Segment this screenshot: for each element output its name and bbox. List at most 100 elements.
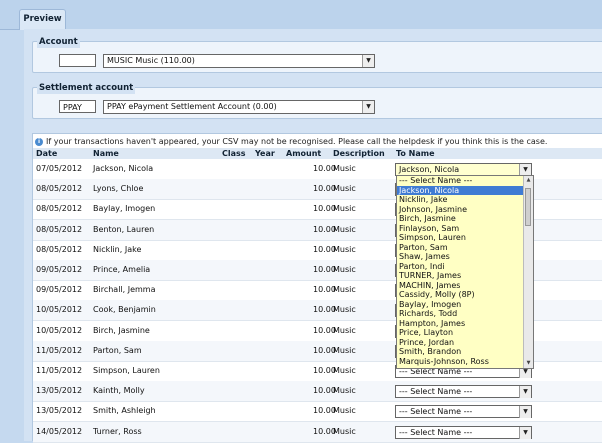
cell-name: Smith, Ashleigh xyxy=(93,406,156,416)
cell-name: Parton, Sam xyxy=(93,345,142,355)
settlement-code-input[interactable]: PPAY xyxy=(59,100,96,113)
account-select-value: MUSIC Music (110.00) xyxy=(107,56,195,65)
account-code-input[interactable] xyxy=(59,54,96,67)
dropdown-option[interactable]: --- Select Name --- xyxy=(397,176,533,186)
cell-date: 10/05/2012 xyxy=(36,305,83,315)
cell-date: 10/05/2012 xyxy=(36,325,83,335)
info-message: i If your transactions haven't appeared, … xyxy=(35,136,547,148)
settlement-legend: Settlement account xyxy=(37,82,136,94)
dropdown-option[interactable]: Finlayson, Sam xyxy=(397,224,533,234)
cell-date: 14/05/2012 xyxy=(36,426,83,436)
header-to-name: To Name xyxy=(396,149,435,158)
settlement-select[interactable]: PPAY ePayment Settlement Account (0.00) … xyxy=(103,100,375,114)
cell-description: Music xyxy=(333,366,356,375)
cell-date: 07/05/2012 xyxy=(36,164,83,173)
cell-description: Music xyxy=(333,265,356,274)
settlement-fieldset: Settlement account PPAY PPAY ePayment Se… xyxy=(32,82,602,119)
tab-bar: Preview xyxy=(0,0,602,30)
cell-date: 13/05/2012 xyxy=(36,406,83,416)
dropdown-option[interactable]: Price, Llayton xyxy=(397,328,533,338)
cell-date: 11/05/2012 xyxy=(36,345,83,355)
to-name-select[interactable]: --- Select Name --- ▼ xyxy=(395,405,532,419)
dropdown-option[interactable]: Johnson, Jasmine xyxy=(397,205,533,215)
cell-description: Music xyxy=(333,244,356,254)
cell-description: Music xyxy=(333,184,356,194)
dropdown-scrollbar[interactable]: ▲ ▼ xyxy=(523,176,533,368)
cell-name: Lyons, Chloe xyxy=(93,184,144,194)
cell-date: 08/05/2012 xyxy=(36,244,83,254)
to-name-value: Jackson, Nicola xyxy=(399,165,460,174)
cell-date: 08/05/2012 xyxy=(36,224,83,234)
cell-date: 11/05/2012 xyxy=(36,366,83,375)
dropdown-option[interactable]: Richards, Todd xyxy=(397,309,533,319)
cell-name: Simpson, Lauren xyxy=(93,366,160,375)
cell-description: Music xyxy=(333,224,356,234)
dropdown-option[interactable]: Prince, Jordan xyxy=(397,338,533,348)
cell-description: Music xyxy=(333,204,356,214)
cell-name: Cook, Benjamin xyxy=(93,305,156,315)
cell-date: 08/05/2012 xyxy=(36,184,83,194)
table-header: Date Name Class Year Amount Description … xyxy=(33,148,602,159)
cell-description: Music xyxy=(333,406,356,416)
dropdown-option[interactable]: Parton, Sam xyxy=(397,243,533,253)
cell-name: Benton, Lauren xyxy=(93,224,155,234)
name-dropdown-list[interactable]: --- Select Name --- Jackson, Nicola Nickli… xyxy=(396,175,534,369)
tab-preview[interactable]: Preview xyxy=(19,9,66,30)
cell-name: Prince, Amelia xyxy=(93,265,151,274)
cell-description: Music xyxy=(333,386,356,396)
dropdown-option[interactable]: Birch, Jasmine xyxy=(397,214,533,224)
dropdown-option[interactable]: Cassidy, Molly (8P) xyxy=(397,290,533,300)
to-name-select[interactable]: --- Select Name --- ▼ xyxy=(395,385,532,399)
dropdown-options: --- Select Name --- Jackson, Nicola Nickli… xyxy=(397,176,533,366)
cell-description: Music xyxy=(333,426,356,436)
cell-name: Birchall, Jemma xyxy=(93,285,156,295)
cell-name: Birch, Jasmine xyxy=(93,325,150,335)
cell-description: Music xyxy=(333,164,356,173)
cell-date: 09/05/2012 xyxy=(36,285,83,295)
chevron-down-icon: ▼ xyxy=(362,101,374,113)
account-select[interactable]: MUSIC Music (110.00) ▼ xyxy=(103,54,375,68)
chevron-down-icon: ▼ xyxy=(519,386,531,399)
dropdown-option[interactable]: Hampton, James xyxy=(397,319,533,329)
settlement-select-value: PPAY ePayment Settlement Account (0.00) xyxy=(107,102,277,111)
cell-date: 13/05/2012 xyxy=(36,386,83,396)
cell-name: Nicklin, Jake xyxy=(93,244,142,254)
cell-name: Kainth, Molly xyxy=(93,386,145,396)
account-legend: Account xyxy=(37,36,80,48)
cell-description: Music xyxy=(333,325,356,335)
dropdown-option[interactable]: Shaw, James xyxy=(397,252,533,262)
dropdown-option[interactable]: TURNER, James xyxy=(397,271,533,281)
dropdown-option[interactable]: Marquis-Johnson, Ross xyxy=(397,357,533,367)
dropdown-option[interactable]: Parton, Indi xyxy=(397,262,533,272)
header-description: Description xyxy=(333,149,385,158)
dropdown-option[interactable]: Nicklin, Jake xyxy=(397,195,533,205)
header-name: Name xyxy=(93,149,119,158)
cell-description: Music xyxy=(333,345,356,355)
scroll-up-icon[interactable]: ▲ xyxy=(524,176,533,185)
dropdown-option[interactable]: Jackson, Nicola xyxy=(397,185,533,195)
to-name-select[interactable]: --- Select Name --- ▼ xyxy=(395,425,532,439)
cell-date: 09/05/2012 xyxy=(36,265,83,274)
dropdown-option[interactable]: MACHIN, James xyxy=(397,281,533,291)
dropdown-option[interactable]: Baylay, Imogen xyxy=(397,300,533,310)
info-icon: i xyxy=(35,137,43,146)
header-date: Date xyxy=(36,149,58,158)
header-amount: Amount xyxy=(286,149,322,158)
to-name-value: --- Select Name --- xyxy=(399,407,473,417)
scrollbar-thumb[interactable] xyxy=(525,188,531,226)
cell-name: Baylay, Imogen xyxy=(93,204,156,214)
header-year: Year xyxy=(255,149,275,158)
to-name-value: --- Select Name --- xyxy=(399,427,473,437)
account-fieldset: Account MUSIC Music (110.00) ▼ xyxy=(32,36,602,73)
chevron-down-icon: ▼ xyxy=(519,406,531,419)
chevron-down-icon: ▼ xyxy=(362,55,374,67)
scroll-down-icon[interactable]: ▼ xyxy=(524,359,533,368)
dropdown-option[interactable]: Simpson, Lauren xyxy=(397,233,533,243)
cell-name: Jackson, Nicola xyxy=(93,164,154,173)
cell-description: Music xyxy=(333,285,356,295)
info-text: If your transactions haven't appeared, y… xyxy=(46,137,548,146)
table-row: 14/05/2012 Turner, Ross 10.00 Music --- Sele… xyxy=(33,421,602,443)
table-row: 13/05/2012 Smith, Ashleigh 10.00 Music --- S… xyxy=(33,401,602,423)
dropdown-option[interactable]: Smith, Brandon xyxy=(397,347,533,357)
cell-name: Turner, Ross xyxy=(93,426,142,436)
